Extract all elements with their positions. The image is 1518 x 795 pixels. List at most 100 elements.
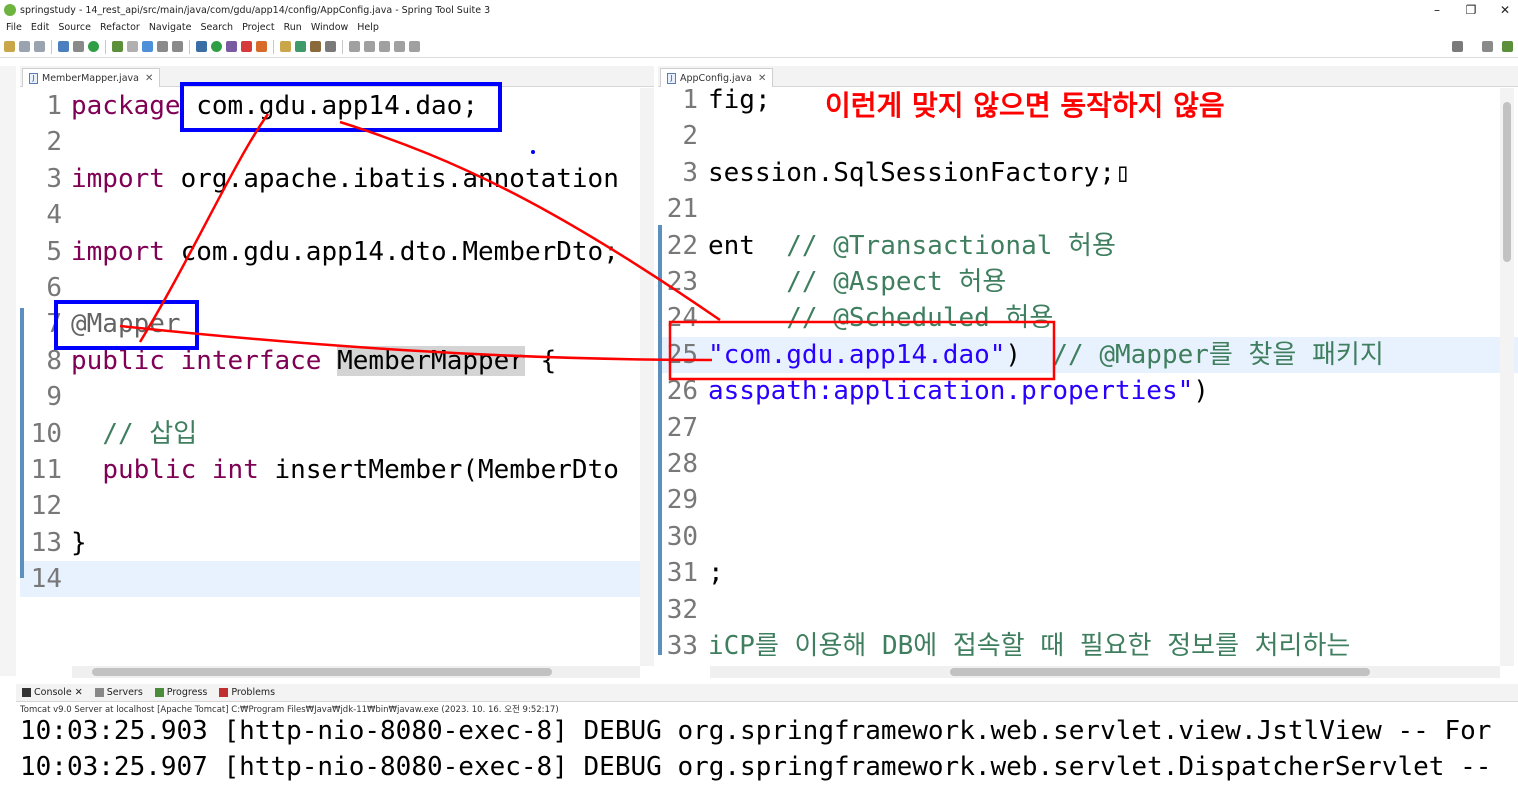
code-line: 4	[20, 197, 654, 233]
console-line: 10:03:25.907 [http-nio-8080-exec-8] DEBU…	[20, 752, 1492, 782]
save-icon[interactable]	[19, 41, 30, 52]
line-number: 21	[666, 194, 698, 225]
app-config-editor[interactable]: J AppConfig.java ✕ 1 fig; 2 3 session.SqlSes…	[658, 66, 1518, 678]
menu-file[interactable]: File	[6, 22, 22, 33]
menu-edit[interactable]: Edit	[31, 22, 49, 33]
new-package-icon[interactable]	[280, 41, 291, 52]
quick-access-search-icon[interactable]	[1452, 41, 1463, 52]
code-area[interactable]: 1 fig; 2 3 session.SqlSessionFactory;▯ 21 22 en…	[658, 88, 1518, 678]
debug-run-icon[interactable]	[196, 41, 207, 52]
menu-window[interactable]: Window	[311, 22, 348, 33]
highlight-icon[interactable]	[142, 41, 153, 52]
member-mapper-editor[interactable]: J MemberMapper.java ✕ 1 package com.gdu.a…	[20, 66, 654, 678]
scroll-thumb[interactable]	[1503, 102, 1511, 262]
java-file-icon: J	[29, 72, 38, 84]
minimize-button[interactable]: –	[1420, 0, 1454, 20]
tab-problems[interactable]: Problems	[219, 687, 275, 698]
line-number: 30	[666, 521, 698, 552]
toolbar-divider	[51, 39, 52, 54]
horizontal-scrollbar[interactable]	[710, 666, 1500, 678]
run-icon[interactable]	[211, 41, 222, 52]
scroll-thumb[interactable]	[950, 668, 1370, 676]
code-line: 23 // @Aspect 허용	[658, 264, 1518, 300]
tab-console[interactable]: Console ✕	[22, 687, 83, 698]
java-perspective-icon[interactable]	[1502, 41, 1513, 52]
code-text: @Mapper	[71, 306, 181, 342]
back-icon[interactable]	[379, 41, 390, 52]
coverage-icon[interactable]	[226, 41, 237, 52]
tab-member-mapper[interactable]: J MemberMapper.java ✕	[22, 68, 161, 87]
code-token: session.SqlSessionFactory;▯	[708, 157, 1131, 188]
toolbar-divider	[189, 39, 190, 54]
menu-run[interactable]: Run	[284, 22, 302, 33]
line-number: 25	[666, 339, 698, 370]
tab-servers[interactable]: Servers	[94, 687, 143, 698]
debug-icon[interactable]	[88, 41, 99, 52]
scroll-thumb[interactable]	[92, 668, 552, 676]
code-text: fig;	[708, 88, 771, 118]
menu-project[interactable]: Project	[242, 22, 275, 33]
title-bar: springstudy - 14_rest_api/src/main/java/…	[0, 0, 1518, 20]
show-whitespace-icon[interactable]	[172, 41, 183, 52]
code-token: // @Transactional 허용	[786, 230, 1116, 261]
forward-icon[interactable]	[394, 41, 405, 52]
close-tab-icon[interactable]: ✕	[75, 687, 83, 698]
tab-label: Servers	[106, 687, 143, 698]
next-annotation-icon[interactable]	[349, 41, 360, 52]
servers-icon	[94, 688, 104, 697]
spring-icon[interactable]	[112, 41, 123, 52]
search-tool-icon[interactable]	[325, 41, 336, 52]
open-perspective-icon[interactable]	[1482, 41, 1493, 52]
tab-app-config[interactable]: J AppConfig.java ✕	[660, 68, 774, 87]
line-number: 1	[682, 88, 698, 115]
code-line: 8 public interface MemberMapper {	[20, 343, 654, 379]
menu-refactor[interactable]: Refactor	[100, 22, 140, 33]
code-area[interactable]: 1 package com.gdu.app14.dao; 2 3 import org.…	[20, 88, 654, 678]
save-all-icon[interactable]	[34, 41, 45, 52]
horizontal-scrollbar[interactable]	[72, 666, 640, 678]
close-tab-icon[interactable]: ✕	[145, 73, 153, 84]
tab-label: Console	[34, 687, 72, 698]
new-icon[interactable]	[4, 41, 15, 52]
open-type-icon[interactable]	[310, 41, 321, 52]
code-token: }	[71, 527, 87, 558]
code-token: iCP를 이용해 DB에 접속할 때 필요한 정보를 처리하는	[708, 631, 1351, 661]
stop-icon[interactable]	[241, 41, 252, 52]
menu-help[interactable]: Help	[357, 22, 379, 33]
menu-navigate[interactable]: Navigate	[149, 22, 192, 33]
line-number: 31	[666, 558, 698, 589]
maximize-button[interactable]: ❐	[1454, 0, 1488, 20]
code-line: 11 public int insertMember(MemberDto	[20, 452, 654, 488]
vertical-scrollbar[interactable]	[1500, 88, 1514, 666]
terminal-icon[interactable]	[58, 41, 69, 52]
toggle-mark-icon[interactable]	[127, 41, 138, 52]
tab-progress[interactable]: Progress	[154, 687, 207, 698]
skip-breakpoints-icon[interactable]	[73, 41, 84, 52]
code-token: {	[524, 345, 557, 376]
code-line: 1 package com.gdu.app14.dao;	[20, 88, 654, 124]
close-button[interactable]: ✕	[1488, 0, 1518, 20]
code-token: package	[71, 91, 181, 121]
line-number: 23	[666, 267, 698, 297]
line-number: 1	[46, 91, 62, 121]
vertical-scrollbar[interactable]	[640, 88, 654, 666]
code-line: 28	[658, 446, 1518, 482]
menu-source[interactable]: Source	[58, 22, 91, 33]
pin-editor-icon[interactable]	[409, 41, 420, 52]
code-token: import	[71, 163, 165, 194]
code-token: )	[1193, 376, 1209, 407]
close-tab-icon[interactable]: ✕	[758, 73, 766, 84]
code-line: 26 asspath:application.properties")	[658, 373, 1518, 409]
code-line: 22 ent // @Transactional 허용	[658, 228, 1518, 264]
toolbar-divider	[105, 39, 106, 54]
new-class-icon[interactable]	[295, 41, 306, 52]
prev-annotation-icon[interactable]	[364, 41, 375, 52]
external-tools-icon[interactable]	[256, 41, 267, 52]
code-line: 24 // @Scheduled 허용	[658, 300, 1518, 336]
block-select-icon[interactable]	[157, 41, 168, 52]
menu-search[interactable]: Search	[200, 22, 233, 33]
